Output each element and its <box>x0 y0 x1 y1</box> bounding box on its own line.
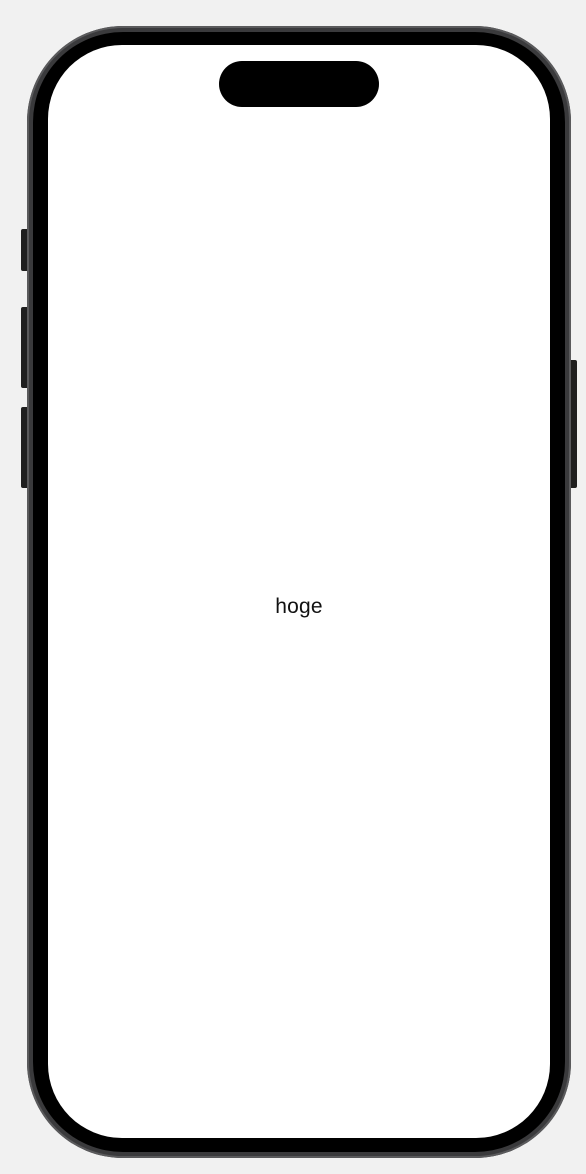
simulator-stage: hoge <box>0 0 586 1174</box>
dynamic-island <box>219 61 379 107</box>
phone-screen[interactable]: hoge <box>48 45 550 1138</box>
content-text: hoge <box>275 595 323 618</box>
